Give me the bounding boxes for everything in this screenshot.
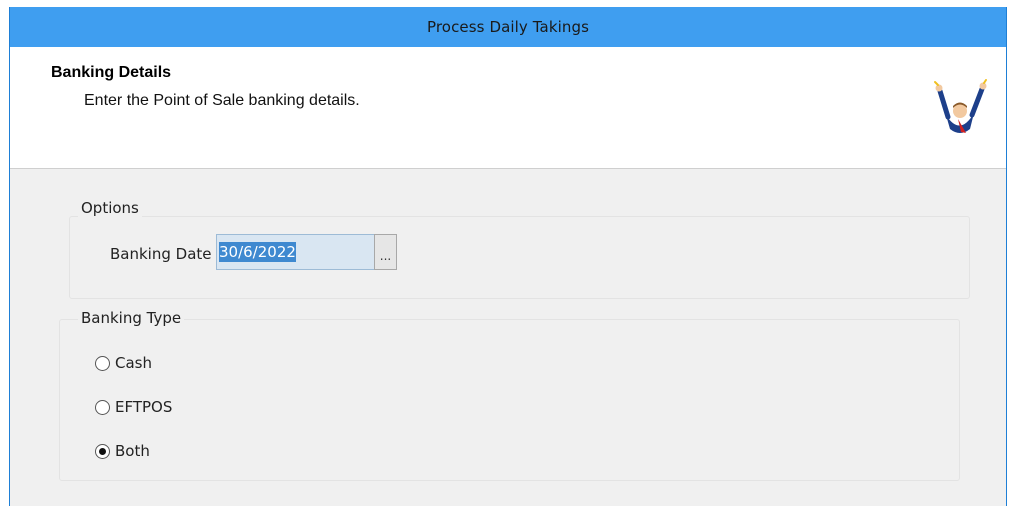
window-title: Process Daily Takings — [426, 18, 590, 36]
radio-eftpos-circle[interactable] — [95, 399, 110, 415]
banking-date-label: Banking Date — [110, 245, 212, 263]
banking-date-input[interactable]: 30/6/2022 — [216, 234, 374, 270]
radio-both-label: Both — [115, 442, 150, 460]
radio-eftpos-label: EFTPOS — [115, 398, 173, 416]
radio-cash[interactable]: Cash — [95, 354, 152, 372]
date-picker-button[interactable]: ... — [374, 234, 397, 270]
page-title: Banking Details — [51, 64, 172, 81]
window-titlebar[interactable]: Process Daily Takings — [10, 7, 1006, 47]
radio-cash-circle[interactable] — [95, 355, 110, 371]
radio-both-circle[interactable] — [95, 443, 110, 459]
banking-type-groupbox — [59, 319, 960, 481]
banking-date-value: 30/6/2022 — [219, 242, 296, 262]
radio-cash-label: Cash — [115, 354, 152, 372]
banking-type-group-label: Banking Type — [78, 309, 185, 327]
options-group-label: Options — [78, 199, 142, 217]
radio-both[interactable]: Both — [95, 442, 150, 460]
page-subtitle: Enter the Point of Sale banking details. — [84, 92, 360, 109]
wizard-header: Banking Details Enter the Point of Sale … — [10, 47, 1006, 169]
wizard-person-icon — [934, 79, 987, 133]
radio-eftpos[interactable]: EFTPOS — [95, 398, 172, 416]
